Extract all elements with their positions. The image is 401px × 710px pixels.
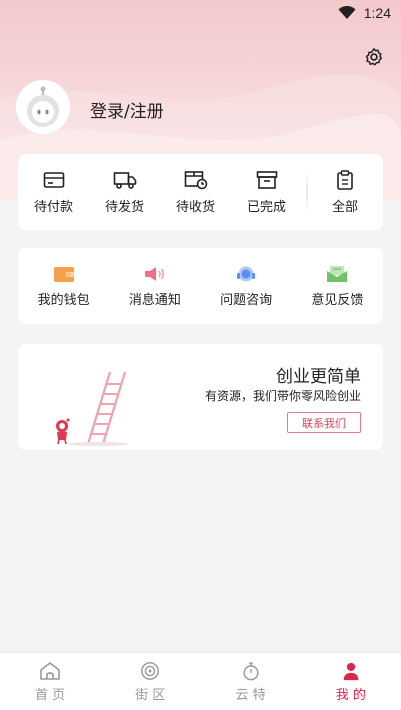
wifi-icon: [338, 6, 356, 20]
wallet-icon: [53, 266, 74, 282]
timer-icon: [243, 662, 259, 680]
tool-label: 我的钱包: [37, 292, 90, 308]
clipboard-icon: [337, 169, 353, 190]
bottom-tab-bar: 首 页 街 区 云 特 我 的: [0, 652, 401, 710]
order-label: 待发货: [104, 199, 144, 215]
orders-card: 待付款 待发货 待收货 已完成 全部: [18, 154, 383, 230]
status-bar: 1:24: [0, 0, 401, 26]
promo-card: 创业更简单 有资源，我们带你零风险创业 联系我们: [18, 344, 383, 450]
order-label: 全部: [331, 199, 358, 215]
tool-label: 意见反馈: [311, 292, 364, 308]
home-icon: [40, 661, 60, 680]
tool-feedback[interactable]: 意见反馈: [292, 265, 383, 308]
tab-label: 我 的: [335, 687, 366, 703]
order-label: 待收货: [175, 199, 215, 215]
tab-cloud[interactable]: 云 特: [201, 653, 301, 710]
headset-icon: [237, 266, 256, 281]
tool-wallet[interactable]: 我的钱包: [18, 265, 109, 308]
tool-consult[interactable]: 问题咨询: [201, 265, 292, 308]
order-all[interactable]: 全部: [312, 169, 378, 215]
login-register-link[interactable]: 登录/注册: [90, 97, 164, 122]
contact-us-button[interactable]: 联系我们: [287, 412, 361, 433]
gear-icon: [365, 48, 383, 66]
card-icon: [43, 171, 64, 188]
order-pending-shipment[interactable]: 待发货: [89, 170, 160, 215]
tab-label: 首 页: [35, 687, 66, 703]
target-icon: [141, 661, 160, 680]
order-label: 待付款: [33, 199, 73, 215]
tab-home[interactable]: 首 页: [0, 653, 100, 710]
tab-label: 街 区: [135, 687, 166, 703]
settings-button[interactable]: [363, 46, 385, 68]
order-label: 已完成: [246, 199, 286, 215]
ladder-illustration: [56, 371, 128, 446]
status-time: 1:24: [363, 5, 391, 21]
order-completed[interactable]: 已完成: [231, 170, 302, 215]
robot-avatar-icon: [27, 86, 59, 127]
promo-subtitle: 有资源，我们带你零风险创业: [204, 389, 361, 403]
speaker-icon: [144, 266, 164, 281]
promo-title: 创业更简单: [276, 367, 361, 387]
tab-label: 云 特: [235, 687, 266, 703]
tool-label: 问题咨询: [220, 292, 273, 308]
mail-icon: [327, 265, 348, 282]
order-divider: [306, 171, 308, 213]
order-pending-receipt[interactable]: 待收货: [160, 170, 231, 215]
user-icon: [343, 662, 359, 680]
tools-card: 我的钱包 消息通知 问题咨询 意见反馈: [18, 248, 383, 324]
tab-mine[interactable]: 我 的: [301, 653, 401, 710]
package-clock-icon: [184, 170, 207, 189]
avatar[interactable]: [16, 80, 70, 134]
truck-icon: [113, 171, 136, 189]
tool-notifications[interactable]: 消息通知: [109, 265, 200, 308]
box-icon: [256, 170, 277, 189]
order-pending-payment[interactable]: 待付款: [18, 170, 89, 215]
tab-district[interactable]: 街 区: [100, 653, 200, 710]
tool-label: 消息通知: [128, 292, 181, 308]
